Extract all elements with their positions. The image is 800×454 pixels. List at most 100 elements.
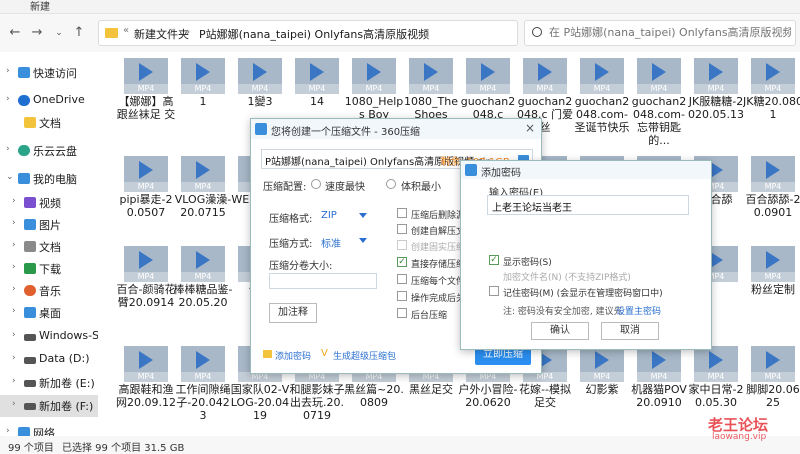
play-icon — [538, 63, 552, 81]
method-select[interactable]: 标准 — [321, 235, 367, 250]
file-item[interactable]: MP4 JK服糖糖-2020.05.13 — [686, 54, 746, 142]
file-format-badge: MP4 — [181, 372, 225, 382]
sidebar-item-label: 我的电脑 — [33, 173, 77, 186]
chevron-right-icon[interactable]: › — [6, 66, 10, 76]
file-format-badge: MP4 — [124, 372, 168, 382]
config-label: 压缩配置: — [263, 182, 307, 193]
chevron-right-icon[interactable]: › — [12, 306, 16, 316]
file-item[interactable]: MP4 高跟鞋和渔网20.09.12 — [116, 342, 176, 430]
sidebar-item-drive-c[interactable]: › Windows-S — [0, 326, 98, 348]
chevron-right-icon[interactable]: › — [12, 376, 16, 386]
drive-icon — [24, 403, 36, 410]
up-arrow-icon[interactable]: ↑ — [70, 24, 88, 42]
new-button[interactable]: 新建 — [30, 0, 50, 13]
sidebar-item-my-computer[interactable]: ⌄ 我的电脑 — [0, 168, 98, 190]
file-item[interactable]: MP4 【娜娜】高跟丝袜足 交 — [116, 54, 176, 142]
sidebar-item-label: 图片 — [39, 219, 61, 232]
play-icon — [652, 351, 666, 369]
recent-dropdown-icon[interactable]: ⌄ — [50, 24, 68, 42]
store-only-checkbox[interactable]: ✓ — [397, 257, 407, 267]
sidebar-item-desktop[interactable]: › 桌面 — [0, 302, 98, 324]
chevron-right-icon[interactable]: › — [12, 399, 16, 409]
format-select[interactable]: ZIP — [321, 210, 367, 221]
chevron-right-icon[interactable]: › — [12, 240, 16, 250]
confirm-button[interactable]: 确认 — [531, 322, 589, 340]
solid-archive-checkbox[interactable] — [397, 240, 407, 250]
sidebar-item-cloud-drive[interactable]: › 乐云云盘 — [0, 140, 98, 162]
search-box[interactable] — [524, 20, 796, 46]
chevron-right-icon[interactable]: › — [12, 196, 16, 206]
speed-radio[interactable] — [311, 179, 321, 189]
add-password-link[interactable]: 添加密码 — [275, 349, 311, 362]
sidebar-item-label: 新加卷 (E:) — [39, 377, 95, 390]
chevron-right-icon[interactable]: › — [12, 218, 16, 228]
cancel-button[interactable]: 取消 — [601, 322, 659, 340]
close-icon[interactable]: × — [525, 121, 535, 135]
file-item[interactable]: MP4 pipi暴走-20.0507 — [116, 152, 176, 240]
address-bar[interactable]: « 新建文件夹 › P站娜娜(nana_taipei) Onlyfans高清原版… — [98, 20, 518, 46]
sidebar-item-drive-f[interactable]: › 新加卷 (F:) — [0, 395, 98, 417]
file-item[interactable]: MP4 百合-颜骑花臂20.0914 — [116, 242, 176, 330]
file-item[interactable]: MP4 guochan2048.com-圣诞节快乐 — [572, 54, 632, 142]
add-comment-button[interactable]: 加注释 — [269, 303, 317, 323]
overflow-chevron-icon[interactable]: « — [123, 25, 129, 36]
file-item[interactable]: MP4 JK糖20.0801 — [743, 54, 800, 142]
chevron-right-icon[interactable]: › — [12, 353, 16, 363]
file-item[interactable]: MP4 机器猫POV20.0910 — [629, 342, 689, 430]
back-arrow-icon[interactable]: ← — [6, 24, 24, 42]
file-item[interactable]: MP4 1 — [173, 54, 233, 142]
super-compress-link[interactable]: 生成超级压缩包 — [333, 349, 396, 362]
dialog-titlebar[interactable]: 添加密码 — [461, 161, 711, 179]
breadcrumb-segment[interactable]: 新建文件夹 — [134, 26, 189, 42]
chevron-right-icon[interactable]: › — [12, 262, 16, 272]
sidebar-item-music[interactable]: › 音乐 — [0, 280, 98, 302]
sidebar-item-onedrive[interactable]: › OneDrive — [0, 90, 98, 112]
sidebar-item-label: 新加卷 (F:) — [39, 400, 94, 413]
chevron-right-icon[interactable]: › — [6, 426, 10, 436]
breadcrumb-segment-current[interactable]: P站娜娜(nana_taipei) Onlyfans高清原版视频 — [199, 26, 429, 42]
breadcrumb-separator-icon[interactable]: › — [186, 25, 190, 38]
sidebar-item-drive-e[interactable]: › 新加卷 (E:) — [0, 372, 98, 394]
self-extract-checkbox[interactable] — [397, 224, 407, 234]
remember-password-checkbox[interactable] — [489, 286, 499, 296]
background-checkbox[interactable] — [397, 308, 407, 318]
chevron-right-icon[interactable]: › — [6, 94, 10, 104]
speed-option-label: 速度最快 — [325, 182, 365, 193]
file-item[interactable]: MP4 棒棒糖品鉴-20.05.20 — [173, 242, 233, 330]
forward-arrow-icon[interactable]: → — [28, 24, 46, 42]
chevron-right-icon[interactable]: › — [12, 330, 16, 340]
sidebar-item-documents[interactable]: › 文档 — [0, 236, 98, 258]
delete-source-checkbox[interactable] — [397, 208, 407, 218]
show-password-checkbox[interactable]: ✓ — [489, 255, 499, 265]
size-option-label: 体积最小 — [401, 182, 441, 193]
chevron-right-icon[interactable]: › — [6, 144, 10, 154]
shutdown-checkbox[interactable] — [397, 291, 407, 301]
size-radio[interactable] — [386, 179, 396, 189]
search-input[interactable] — [547, 25, 793, 40]
password-input[interactable]: 上老王论坛当老王 — [487, 195, 689, 215]
file-item[interactable]: MP4 百合舔舔-20.0901 — [743, 152, 800, 240]
item-count: 99 个项目 — [8, 443, 54, 454]
sidebar-item-downloads[interactable]: › 下载 — [0, 258, 98, 280]
file-format-badge: MP4 — [238, 84, 282, 94]
sidebar-item-onedrive-documents[interactable]: 文档 — [0, 112, 98, 134]
sidebar-item-pictures[interactable]: › 图片 — [0, 214, 98, 236]
file-item[interactable]: MP4 幻影紫 — [572, 342, 632, 430]
dialog-titlebar[interactable]: 您将创建一个压缩文件 - 360压缩 × — [251, 119, 541, 139]
chevron-right-icon[interactable]: › — [12, 284, 16, 294]
volume-size-select[interactable] — [269, 273, 377, 289]
file-item[interactable]: MP4 粉丝定制 — [743, 242, 800, 330]
chevron-down-icon[interactable]: ⌄ — [6, 172, 14, 182]
file-item[interactable]: MP4 guochan2048.com-忘带钥匙的... — [629, 54, 689, 147]
sidebar-item-quick-access[interactable]: › 快速访问 — [0, 62, 98, 84]
sidebar-item-label: Windows-S — [39, 329, 98, 342]
separate-archive-checkbox[interactable] — [397, 274, 407, 284]
option-label: 创建固实压缩 — [411, 243, 466, 253]
play-icon — [481, 63, 495, 81]
sidebar-item-videos[interactable]: › 视频 — [0, 192, 98, 214]
set-master-password-link[interactable]: 设置主密码 — [616, 304, 661, 317]
file-item[interactable]: MP4 工作间隙绳子-20.0423 — [173, 342, 233, 430]
file-item[interactable]: MP4 VLOG澡澡-20.0715 — [173, 152, 233, 240]
play-icon — [766, 351, 780, 369]
sidebar-item-drive-d[interactable]: › Data (D:) — [0, 349, 98, 371]
